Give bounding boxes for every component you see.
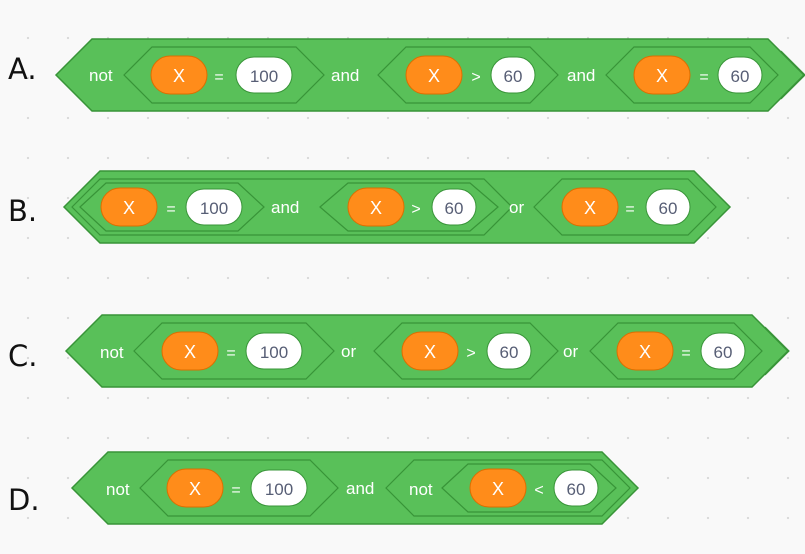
number-value: 60 — [504, 67, 523, 86]
variable-name: X — [173, 66, 185, 86]
comparison-block[interactable]: X = 100 — [123, 46, 325, 104]
comparison-block[interactable]: X = 60 — [533, 178, 717, 236]
variable-name: X — [492, 479, 504, 499]
comparison-block[interactable]: X = 60 — [605, 46, 779, 104]
keyword-or: or — [341, 342, 356, 361]
variable-name: X — [184, 342, 196, 362]
keyword-not: not — [89, 66, 113, 85]
option-d-block[interactable]: not X = 100 and not X < 60 — [70, 451, 640, 525]
keyword-or: or — [563, 342, 578, 361]
operator-symbol: > — [471, 69, 480, 86]
variable-name: X — [189, 479, 201, 499]
number-value: 60 — [500, 343, 519, 362]
variable-name: X — [370, 198, 382, 218]
operator-symbol: > — [411, 201, 420, 218]
keyword-not: not — [409, 480, 433, 499]
keyword-not: not — [100, 343, 124, 362]
number-value: 100 — [200, 199, 228, 218]
number-value: 100 — [265, 480, 293, 499]
variable-name: X — [656, 66, 668, 86]
variable-name: X — [584, 198, 596, 218]
operator-symbol: = — [681, 345, 690, 362]
variable-name: X — [123, 198, 135, 218]
number-value: 60 — [445, 199, 464, 218]
keyword-and: and — [567, 66, 595, 85]
number-value: 60 — [731, 67, 750, 86]
keyword-and: and — [346, 479, 374, 498]
option-a-block[interactable]: not X = 100 and X > 60 and X = 60 — [54, 38, 805, 112]
keyword-not: not — [106, 480, 130, 499]
comparison-block[interactable]: X < 60 — [441, 463, 617, 513]
operator-symbol: = — [226, 345, 235, 362]
comparison-block[interactable]: X = 60 — [589, 322, 763, 380]
operator-symbol: = — [231, 482, 240, 499]
operator-symbol: = — [214, 69, 223, 86]
keyword-and: and — [331, 66, 359, 85]
variable-name: X — [424, 342, 436, 362]
number-value: 60 — [714, 343, 733, 362]
number-value: 60 — [659, 199, 678, 218]
number-value: 100 — [260, 343, 288, 362]
operator-symbol: = — [625, 201, 634, 218]
number-value: 60 — [567, 480, 586, 499]
operator-symbol: = — [166, 201, 175, 218]
operator-symbol: = — [699, 69, 708, 86]
code-area: not X = 100 and X > 60 and X = 60 X = 10… — [54, 38, 805, 525]
number-value: 100 — [250, 67, 278, 86]
variable-name: X — [428, 66, 440, 86]
not-block[interactable]: not X < 60 — [385, 459, 631, 517]
comparison-block[interactable]: X = 100 — [79, 182, 265, 232]
keyword-or: or — [509, 198, 524, 217]
comparison-block[interactable]: X = 100 — [139, 459, 339, 517]
operator-symbol: > — [466, 345, 475, 362]
comparison-block[interactable]: X = 100 — [133, 322, 335, 380]
variable-name: X — [639, 342, 651, 362]
keyword-and: and — [271, 198, 299, 217]
option-c-block[interactable]: not X = 100 or X > 60 or X = 60 — [64, 314, 790, 388]
comparison-block[interactable]: X > 60 — [373, 322, 559, 380]
operator-symbol: < — [534, 482, 543, 499]
option-b-block[interactable]: X = 100 and X > 60 or X = 60 — [62, 170, 732, 244]
comparison-block[interactable]: X > 60 — [319, 182, 499, 232]
comparison-block[interactable]: X > 60 — [377, 46, 559, 104]
